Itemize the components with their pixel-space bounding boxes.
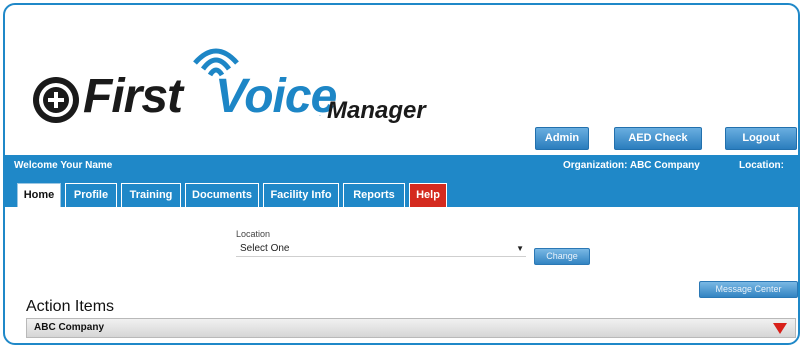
tab-profile[interactable]: Profile	[65, 183, 117, 207]
main-tabs: Home Profile Training Documents Facility…	[5, 177, 798, 207]
firstvoice-logo: First Voice . Manager	[27, 35, 447, 125]
change-location-button[interactable]: Change	[534, 248, 590, 265]
location-select[interactable]: Select One ▼	[236, 241, 526, 257]
welcome-text: Welcome Your Name	[14, 160, 113, 171]
status-bar: Welcome Your Name Organization: ABC Comp…	[5, 155, 798, 193]
tab-training[interactable]: Training	[121, 183, 181, 207]
message-center-button[interactable]: Message Center	[699, 281, 798, 298]
action-items-heading: Action Items	[26, 298, 115, 315]
organization-text: Organization: ABC Company	[563, 160, 700, 171]
logo-text-manager: Manager	[327, 97, 426, 124]
expand-arrow-icon[interactable]	[773, 323, 787, 334]
company-name: ABC Company	[34, 322, 105, 333]
tab-help[interactable]: Help	[409, 183, 447, 207]
logo-text-first: First	[83, 70, 183, 123]
tab-reports[interactable]: Reports	[343, 183, 405, 207]
action-items-company-row[interactable]: ABC Company	[26, 318, 796, 338]
admin-button[interactable]: Admin	[535, 127, 589, 150]
location-label: Location	[236, 229, 271, 239]
aed-check-button[interactable]: AED Check	[614, 127, 702, 150]
chevron-down-icon: ▼	[516, 244, 524, 253]
logo-dot: .	[319, 111, 321, 118]
tab-documents[interactable]: Documents	[185, 183, 259, 207]
app-frame: First Voice . Manager Admin AED Check Lo…	[3, 3, 800, 345]
logout-button[interactable]: Logout	[725, 127, 797, 150]
tab-facility-info[interactable]: Facility Info	[263, 183, 339, 207]
medical-cross-icon	[33, 77, 79, 123]
tab-home[interactable]: Home	[17, 183, 61, 207]
location-select-value: Select One	[240, 243, 290, 254]
